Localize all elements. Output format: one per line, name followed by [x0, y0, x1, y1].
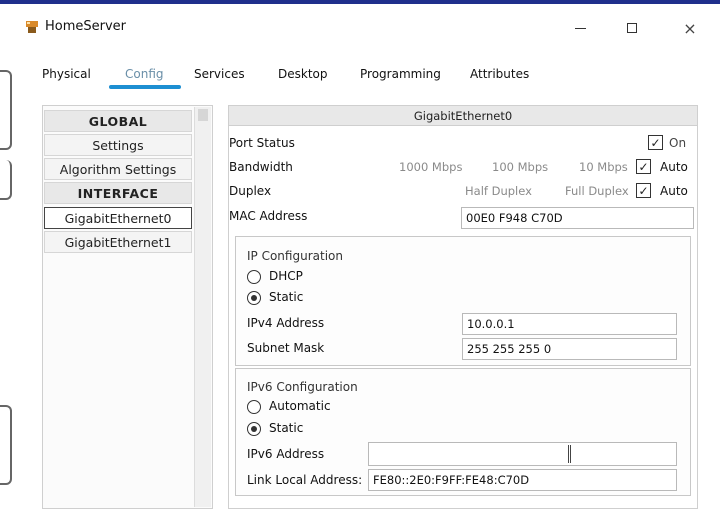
ipv6-configuration-title: IPv6 Configuration: [247, 380, 358, 394]
window-title: HomeServer: [45, 19, 127, 34]
bandwidth-label: Bandwidth: [229, 160, 293, 174]
left-rail-bracket: [0, 70, 12, 150]
duplex-option-half[interactable]: Half Duplex: [465, 184, 532, 198]
maximize-icon: [627, 23, 637, 33]
ipv6-automatic-label: Automatic: [269, 399, 331, 413]
port-status-label: Port Status: [229, 136, 295, 150]
minimize-icon: [574, 27, 586, 29]
ipv6-static-label: Static: [269, 421, 304, 435]
subnet-mask-field[interactable]: 255 255 255 0: [462, 338, 677, 360]
sidebar-item-settings[interactable]: Settings: [44, 134, 192, 156]
maximize-button[interactable]: [612, 14, 652, 42]
sidebar-header-interface: INTERFACE: [44, 182, 192, 204]
ipv4-static-label: Static: [269, 290, 304, 304]
mac-address-label: MAC Address: [229, 209, 308, 223]
ipv6-configuration-group: IPv6 Configuration Automatic Static IPv6…: [235, 368, 691, 496]
dhcp-radio[interactable]: [247, 270, 261, 284]
scrollbar-thumb[interactable]: [198, 109, 208, 121]
left-rail-bracket: [0, 160, 12, 200]
bandwidth-auto-checkbox[interactable]: ✓: [636, 159, 651, 174]
port-status-on-label: On: [669, 136, 687, 150]
link-local-address-field[interactable]: FE80::2E0:F9FF:FE48:C70D: [368, 469, 677, 491]
link-local-address-label: Link Local Address:: [247, 473, 363, 487]
sidebar: GLOBAL Settings Algorithm Settings INTER…: [42, 105, 213, 509]
bandwidth-option-1000[interactable]: 1000 Mbps: [399, 160, 462, 174]
check-icon: ✓: [650, 135, 661, 150]
tab-config[interactable]: Config: [125, 67, 164, 81]
sidebar-header-global: GLOBAL: [44, 110, 192, 132]
ip-configuration-group: IP Configuration DHCP Static IPv4 Addres…: [235, 236, 691, 366]
duplex-option-full[interactable]: Full Duplex: [565, 184, 629, 198]
interface-config-panel: GigabitEthernet0 Port Status ✓ On Bandwi…: [228, 105, 698, 509]
dhcp-label: DHCP: [269, 269, 303, 283]
bandwidth-option-100[interactable]: 100 Mbps: [492, 160, 548, 174]
tab-physical[interactable]: Physical: [42, 67, 91, 81]
mac-address-field[interactable]: 00E0 F948 C70D: [461, 207, 694, 229]
ipv4-static-radio[interactable]: [247, 291, 261, 305]
duplex-auto-checkbox[interactable]: ✓: [636, 183, 651, 198]
duplex-label: Duplex: [229, 184, 272, 198]
subnet-mask-label: Subnet Mask: [247, 341, 325, 355]
ip-configuration-title: IP Configuration: [247, 249, 343, 263]
close-icon: ×: [683, 18, 697, 38]
sidebar-item-gigabitethernet1[interactable]: GigabitEthernet1: [44, 231, 192, 253]
tab-services[interactable]: Services: [194, 67, 245, 81]
close-button[interactable]: ×: [670, 14, 710, 42]
active-tab-indicator: [109, 85, 181, 89]
ipv4-address-label: IPv4 Address: [247, 316, 325, 330]
ipv4-address-field[interactable]: 10.0.0.1: [462, 313, 677, 335]
title-bar: HomeServer ×: [12, 4, 720, 50]
check-icon: ✓: [638, 159, 649, 174]
sidebar-item-gigabitethernet0[interactable]: GigabitEthernet0: [44, 207, 192, 229]
bandwidth-auto-label: Auto: [660, 160, 688, 174]
tab-desktop[interactable]: Desktop: [278, 67, 328, 81]
ipv6-static-radio[interactable]: [247, 422, 261, 436]
tab-attributes[interactable]: Attributes: [470, 67, 529, 81]
left-rail-bracket: [0, 405, 12, 485]
port-status-checkbox[interactable]: ✓: [648, 135, 663, 150]
server-app-icon: [26, 21, 38, 33]
panel-title: GigabitEthernet0: [229, 106, 697, 126]
tab-programming[interactable]: Programming: [360, 67, 441, 81]
minimize-button[interactable]: [560, 14, 600, 42]
ipv6-automatic-radio[interactable]: [247, 400, 261, 414]
bandwidth-option-10[interactable]: 10 Mbps: [579, 160, 628, 174]
text-cursor-icon: [568, 445, 571, 463]
ipv6-address-field[interactable]: [368, 442, 677, 466]
ipv6-address-label: IPv6 Address: [247, 447, 325, 461]
sidebar-scrollbar[interactable]: [194, 107, 211, 507]
sidebar-item-algorithm-settings[interactable]: Algorithm Settings: [44, 158, 192, 180]
check-icon: ✓: [638, 183, 649, 198]
duplex-auto-label: Auto: [660, 184, 688, 198]
app-window: HomeServer × Physical Config Services De…: [12, 4, 720, 509]
